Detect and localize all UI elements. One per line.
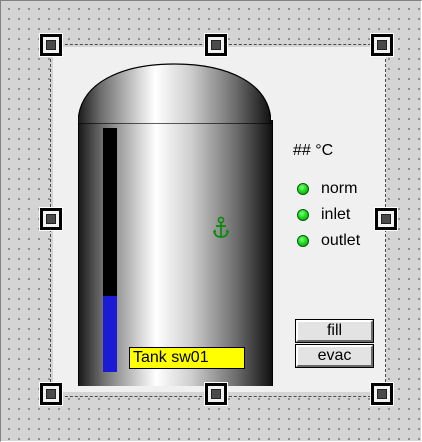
evac-button[interactable]: evac <box>295 344 374 368</box>
level-fill <box>103 296 117 372</box>
status-label-outlet: outlet <box>321 232 361 249</box>
status-led-outlet <box>297 235 309 247</box>
resize-handle-bottom[interactable] <box>204 382 228 406</box>
resize-handle-right[interactable] <box>374 207 398 231</box>
tank-name-label: Tank sw01 <box>129 347 245 369</box>
resize-handle-top-right[interactable] <box>370 33 394 57</box>
resize-handle-top[interactable] <box>204 33 228 57</box>
status-led-inlet <box>297 209 309 221</box>
status-led-norm <box>297 183 309 195</box>
level-gauge <box>103 128 117 372</box>
resize-handle-left[interactable] <box>39 207 63 231</box>
tank-dome <box>78 63 271 124</box>
anchor-icon[interactable] <box>212 216 230 240</box>
fill-button[interactable]: fill <box>295 319 374 343</box>
status-label-inlet: inlet <box>321 206 351 223</box>
status-label-norm: norm <box>321 180 358 197</box>
temperature-readout: ## °C <box>293 142 334 159</box>
resize-handle-bottom-right[interactable] <box>370 382 394 406</box>
resize-handle-top-left[interactable] <box>39 33 63 57</box>
resize-handle-bottom-left[interactable] <box>39 382 63 406</box>
